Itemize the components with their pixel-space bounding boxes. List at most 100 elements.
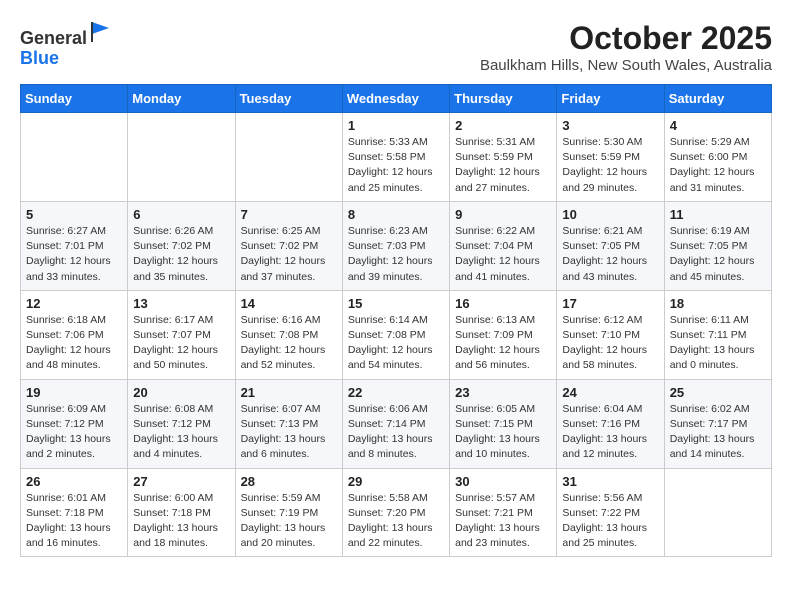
day-info: Sunrise: 5:29 AMSunset: 6:00 PMDaylight:…: [670, 135, 766, 196]
day-number: 24: [562, 385, 658, 400]
calendar-cell: 29Sunrise: 5:58 AMSunset: 7:20 PMDayligh…: [342, 468, 449, 557]
day-info: Sunrise: 5:30 AMSunset: 5:59 PMDaylight:…: [562, 135, 658, 196]
weekday-monday: Monday: [128, 85, 235, 113]
calendar-cell: 4 Sunrise: 5:29 AMSunset: 6:00 PMDaylight…: [664, 113, 771, 202]
day-number: 15: [348, 296, 444, 311]
day-number: 17: [562, 296, 658, 311]
day-info: Sunrise: 6:07 AMSunset: 7:13 PMDaylight:…: [241, 402, 337, 463]
calendar-cell: 23 Sunrise: 6:05 AMSunset: 7:15 PMDayligh…: [450, 379, 557, 468]
day-number: 20: [133, 385, 229, 400]
day-number: 10: [562, 207, 658, 222]
week-row-1: 1Sunrise: 5:33 AMSunset: 5:58 PMDaylight…: [21, 113, 772, 202]
calendar-body: 1Sunrise: 5:33 AMSunset: 5:58 PMDaylight…: [21, 113, 772, 557]
calendar-cell: 2Sunrise: 5:31 AMSunset: 5:59 PMDaylight…: [450, 113, 557, 202]
day-number: 27: [133, 474, 229, 489]
day-number: 11: [670, 207, 766, 222]
calendar-cell: 7 Sunrise: 6:25 AMSunset: 7:02 PMDaylight…: [235, 201, 342, 290]
day-info: Sunrise: 6:27 AMSunset: 7:01 PMDaylight:…: [26, 224, 122, 285]
day-info: Sunrise: 6:22 AMSunset: 7:04 PMDaylight:…: [455, 224, 551, 285]
day-info: Sunrise: 6:12 AMSunset: 7:10 PMDaylight:…: [562, 313, 658, 374]
location-subtitle: Baulkham Hills, New South Wales, Austral…: [480, 57, 772, 74]
day-number: 22: [348, 385, 444, 400]
calendar-cell: 15 Sunrise: 6:14 AMSunset: 7:08 PMDayligh…: [342, 290, 449, 379]
calendar-cell: 5 Sunrise: 6:27 AMSunset: 7:01 PMDaylight…: [21, 201, 128, 290]
day-number: 5: [26, 207, 122, 222]
day-number: 23: [455, 385, 551, 400]
logo-flag-icon: [89, 20, 113, 44]
calendar-cell: [21, 113, 128, 202]
day-info: Sunrise: 6:25 AMSunset: 7:02 PMDaylight:…: [241, 224, 337, 285]
day-number: 21: [241, 385, 337, 400]
month-title: October 2025: [480, 20, 772, 57]
day-info: Sunrise: 6:04 AMSunset: 7:16 PMDaylight:…: [562, 402, 658, 463]
day-info: Sunrise: 6:18 AMSunset: 7:06 PMDaylight:…: [26, 313, 122, 374]
day-number: 7: [241, 207, 337, 222]
day-info: Sunrise: 6:13 AMSunset: 7:09 PMDaylight:…: [455, 313, 551, 374]
calendar-cell: 20Sunrise: 6:08 AMSunset: 7:12 PMDayligh…: [128, 379, 235, 468]
calendar-cell: 31 Sunrise: 5:56 AMSunset: 7:22 PMDayligh…: [557, 468, 664, 557]
day-info: Sunrise: 6:16 AMSunset: 7:08 PMDaylight:…: [241, 313, 337, 374]
title-block: October 2025 Baulkham Hills, New South W…: [480, 20, 772, 74]
calendar-cell: 1Sunrise: 5:33 AMSunset: 5:58 PMDaylight…: [342, 113, 449, 202]
calendar-cell: 28Sunrise: 5:59 AMSunset: 7:19 PMDayligh…: [235, 468, 342, 557]
day-number: 14: [241, 296, 337, 311]
calendar-cell: 22Sunrise: 6:06 AMSunset: 7:14 PMDayligh…: [342, 379, 449, 468]
calendar-cell: [664, 468, 771, 557]
day-info: Sunrise: 6:26 AMSunset: 7:02 PMDaylight:…: [133, 224, 229, 285]
weekday-friday: Friday: [557, 85, 664, 113]
calendar-cell: 25 Sunrise: 6:02 AMSunset: 7:17 PMDayligh…: [664, 379, 771, 468]
day-number: 12: [26, 296, 122, 311]
calendar-table: SundayMondayTuesdayWednesdayThursdayFrid…: [20, 84, 772, 557]
day-number: 30: [455, 474, 551, 489]
calendar-cell: 21 Sunrise: 6:07 AMSunset: 7:13 PMDayligh…: [235, 379, 342, 468]
day-info: Sunrise: 6:09 AMSunset: 7:12 PMDaylight:…: [26, 402, 122, 463]
calendar-cell: 14 Sunrise: 6:16 AMSunset: 7:08 PMDayligh…: [235, 290, 342, 379]
day-number: 26: [26, 474, 122, 489]
weekday-sunday: Sunday: [21, 85, 128, 113]
day-info: Sunrise: 6:21 AMSunset: 7:05 PMDaylight:…: [562, 224, 658, 285]
day-info: Sunrise: 5:56 AMSunset: 7:22 PMDaylight:…: [562, 491, 658, 552]
calendar-cell: 12 Sunrise: 6:18 AMSunset: 7:06 PMDayligh…: [21, 290, 128, 379]
day-number: 8: [348, 207, 444, 222]
day-number: 3: [562, 118, 658, 133]
day-number: 16: [455, 296, 551, 311]
day-info: Sunrise: 5:58 AMSunset: 7:20 PMDaylight:…: [348, 491, 444, 552]
calendar-cell: 10 Sunrise: 6:21 AMSunset: 7:05 PMDayligh…: [557, 201, 664, 290]
weekday-header-row: SundayMondayTuesdayWednesdayThursdayFrid…: [21, 85, 772, 113]
week-row-2: 5 Sunrise: 6:27 AMSunset: 7:01 PMDaylight…: [21, 201, 772, 290]
day-info: Sunrise: 5:31 AMSunset: 5:59 PMDaylight:…: [455, 135, 551, 196]
calendar-cell: [128, 113, 235, 202]
calendar-cell: 30 Sunrise: 5:57 AMSunset: 7:21 PMDayligh…: [450, 468, 557, 557]
day-number: 13: [133, 296, 229, 311]
day-info: Sunrise: 6:19 AMSunset: 7:05 PMDaylight:…: [670, 224, 766, 285]
day-info: Sunrise: 6:00 AMSunset: 7:18 PMDaylight:…: [133, 491, 229, 552]
calendar-cell: [235, 113, 342, 202]
calendar-cell: 26Sunrise: 6:01 AMSunset: 7:18 PMDayligh…: [21, 468, 128, 557]
calendar-cell: 6Sunrise: 6:26 AMSunset: 7:02 PMDaylight…: [128, 201, 235, 290]
day-number: 4: [670, 118, 766, 133]
calendar-cell: 27 Sunrise: 6:00 AMSunset: 7:18 PMDayligh…: [128, 468, 235, 557]
day-info: Sunrise: 5:59 AMSunset: 7:19 PMDaylight:…: [241, 491, 337, 552]
logo-blue: Blue: [20, 48, 59, 68]
weekday-thursday: Thursday: [450, 85, 557, 113]
day-info: Sunrise: 6:05 AMSunset: 7:15 PMDaylight:…: [455, 402, 551, 463]
day-number: 25: [670, 385, 766, 400]
weekday-wednesday: Wednesday: [342, 85, 449, 113]
calendar-cell: 17 Sunrise: 6:12 AMSunset: 7:10 PMDayligh…: [557, 290, 664, 379]
week-row-5: 26Sunrise: 6:01 AMSunset: 7:18 PMDayligh…: [21, 468, 772, 557]
calendar-cell: 13Sunrise: 6:17 AMSunset: 7:07 PMDayligh…: [128, 290, 235, 379]
day-info: Sunrise: 5:57 AMSunset: 7:21 PMDaylight:…: [455, 491, 551, 552]
day-info: Sunrise: 6:11 AMSunset: 7:11 PMDaylight:…: [670, 313, 766, 374]
weekday-saturday: Saturday: [664, 85, 771, 113]
week-row-4: 19 Sunrise: 6:09 AMSunset: 7:12 PMDayligh…: [21, 379, 772, 468]
day-number: 19: [26, 385, 122, 400]
day-number: 9: [455, 207, 551, 222]
day-info: Sunrise: 6:14 AMSunset: 7:08 PMDaylight:…: [348, 313, 444, 374]
calendar-cell: 11 Sunrise: 6:19 AMSunset: 7:05 PMDayligh…: [664, 201, 771, 290]
logo: General Blue: [20, 20, 113, 69]
calendar-cell: 3 Sunrise: 5:30 AMSunset: 5:59 PMDaylight…: [557, 113, 664, 202]
day-number: 31: [562, 474, 658, 489]
weekday-tuesday: Tuesday: [235, 85, 342, 113]
calendar-cell: 19 Sunrise: 6:09 AMSunset: 7:12 PMDayligh…: [21, 379, 128, 468]
day-info: Sunrise: 6:02 AMSunset: 7:17 PMDaylight:…: [670, 402, 766, 463]
